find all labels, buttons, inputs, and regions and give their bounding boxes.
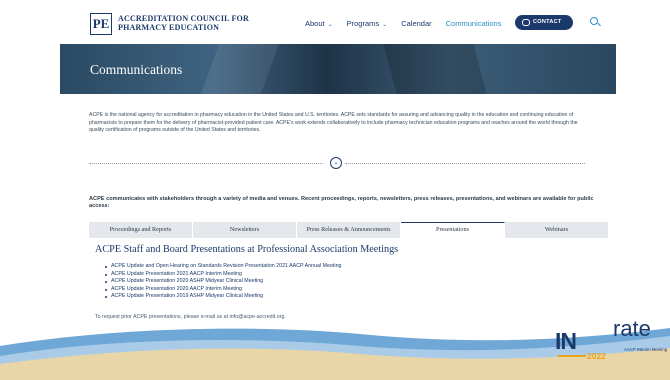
- search-icon[interactable]: [590, 17, 598, 25]
- presentation-link[interactable]: ACPE Update Presentation 2019 ASHP Midye…: [105, 293, 341, 301]
- divider-right: [345, 163, 585, 164]
- tab-webinars[interactable]: Webinars: [505, 222, 609, 238]
- presentation-link[interactable]: ACPE Update Presentation 2021 AACP Inter…: [105, 271, 341, 279]
- presentation-link[interactable]: ACPE Update Presentation 2020 ASHP Midye…: [105, 278, 341, 286]
- tab-bar: Proceedings and Reports Newsletters Pres…: [89, 222, 609, 238]
- nav-item-about[interactable]: About ⌄: [305, 19, 333, 28]
- nav-item-communications[interactable]: Communications: [446, 19, 502, 28]
- org-name[interactable]: ACCREDITATION COUNCIL FOR PHARMACY EDUCA…: [118, 14, 249, 32]
- presentation-link[interactable]: ACPE Update and Open Hearing on Standard…: [105, 263, 341, 271]
- contact-label: CONTACT: [533, 19, 562, 25]
- hero-banner: Communications: [60, 44, 616, 94]
- nav-label: About: [305, 19, 325, 28]
- brand-year: 2022: [587, 351, 606, 361]
- chevron-down-icon: ⌄: [327, 22, 333, 28]
- inspire-2022-logo: rate IN 2022 AACP INterim Meeting: [555, 316, 670, 368]
- page-title: Communications: [90, 62, 183, 77]
- brand-word-suffix: rate: [613, 316, 651, 341]
- brand-subtitle: AACP INterim Meeting: [624, 347, 668, 352]
- nav-item-programs[interactable]: Programs ⌄: [347, 19, 388, 28]
- lead-paragraph: ACPE communicates with stakeholders thro…: [89, 196, 594, 210]
- website-screenshot: PE ACCREDITATION COUNCIL FOR PHARMACY ED…: [60, 0, 616, 338]
- panel-title: ACPE Staff and Board Presentations at Pr…: [95, 244, 399, 255]
- chevron-down-circle-icon[interactable]: ⌄: [330, 157, 342, 169]
- contact-button[interactable]: CONTACT: [515, 15, 573, 30]
- nav-label: Programs: [346, 19, 380, 28]
- slide: PE ACCREDITATION COUNCIL FOR PHARMACY ED…: [0, 0, 670, 380]
- tab-presentations[interactable]: Presentations: [401, 222, 505, 238]
- nav-item-calendar[interactable]: Calendar: [401, 19, 431, 28]
- main-nav: About ⌄ Programs ⌄ Calendar Communications: [305, 19, 515, 28]
- intro-paragraph: ACPE is the national agency for accredit…: [89, 112, 578, 134]
- presentation-list: ACPE Update and Open Hearing on Standard…: [105, 263, 341, 301]
- brand-word-prefix: IN: [555, 328, 577, 354]
- org-name-line1: ACCREDITATION COUNCIL FOR: [118, 14, 249, 23]
- chevron-down-icon: ⌄: [382, 22, 388, 28]
- org-name-line2: PHARMACY EDUCATION: [118, 23, 220, 32]
- tab-newsletters[interactable]: Newsletters: [193, 222, 297, 238]
- site-header: PE ACCREDITATION COUNCIL FOR PHARMACY ED…: [60, 0, 616, 44]
- tab-proceedings-and-reports[interactable]: Proceedings and Reports: [89, 222, 193, 238]
- presentation-link[interactable]: ACPE Update Presentation 2020 AACP Inter…: [105, 286, 341, 294]
- chat-icon: [522, 19, 530, 26]
- acpe-logo-icon[interactable]: PE: [90, 13, 112, 35]
- divider-left: [89, 163, 323, 164]
- request-note: To request prior ACPE presentations, ple…: [95, 314, 286, 320]
- tab-press-releases[interactable]: Press Releases & Announcements: [297, 222, 401, 238]
- brand-underline: [558, 355, 586, 357]
